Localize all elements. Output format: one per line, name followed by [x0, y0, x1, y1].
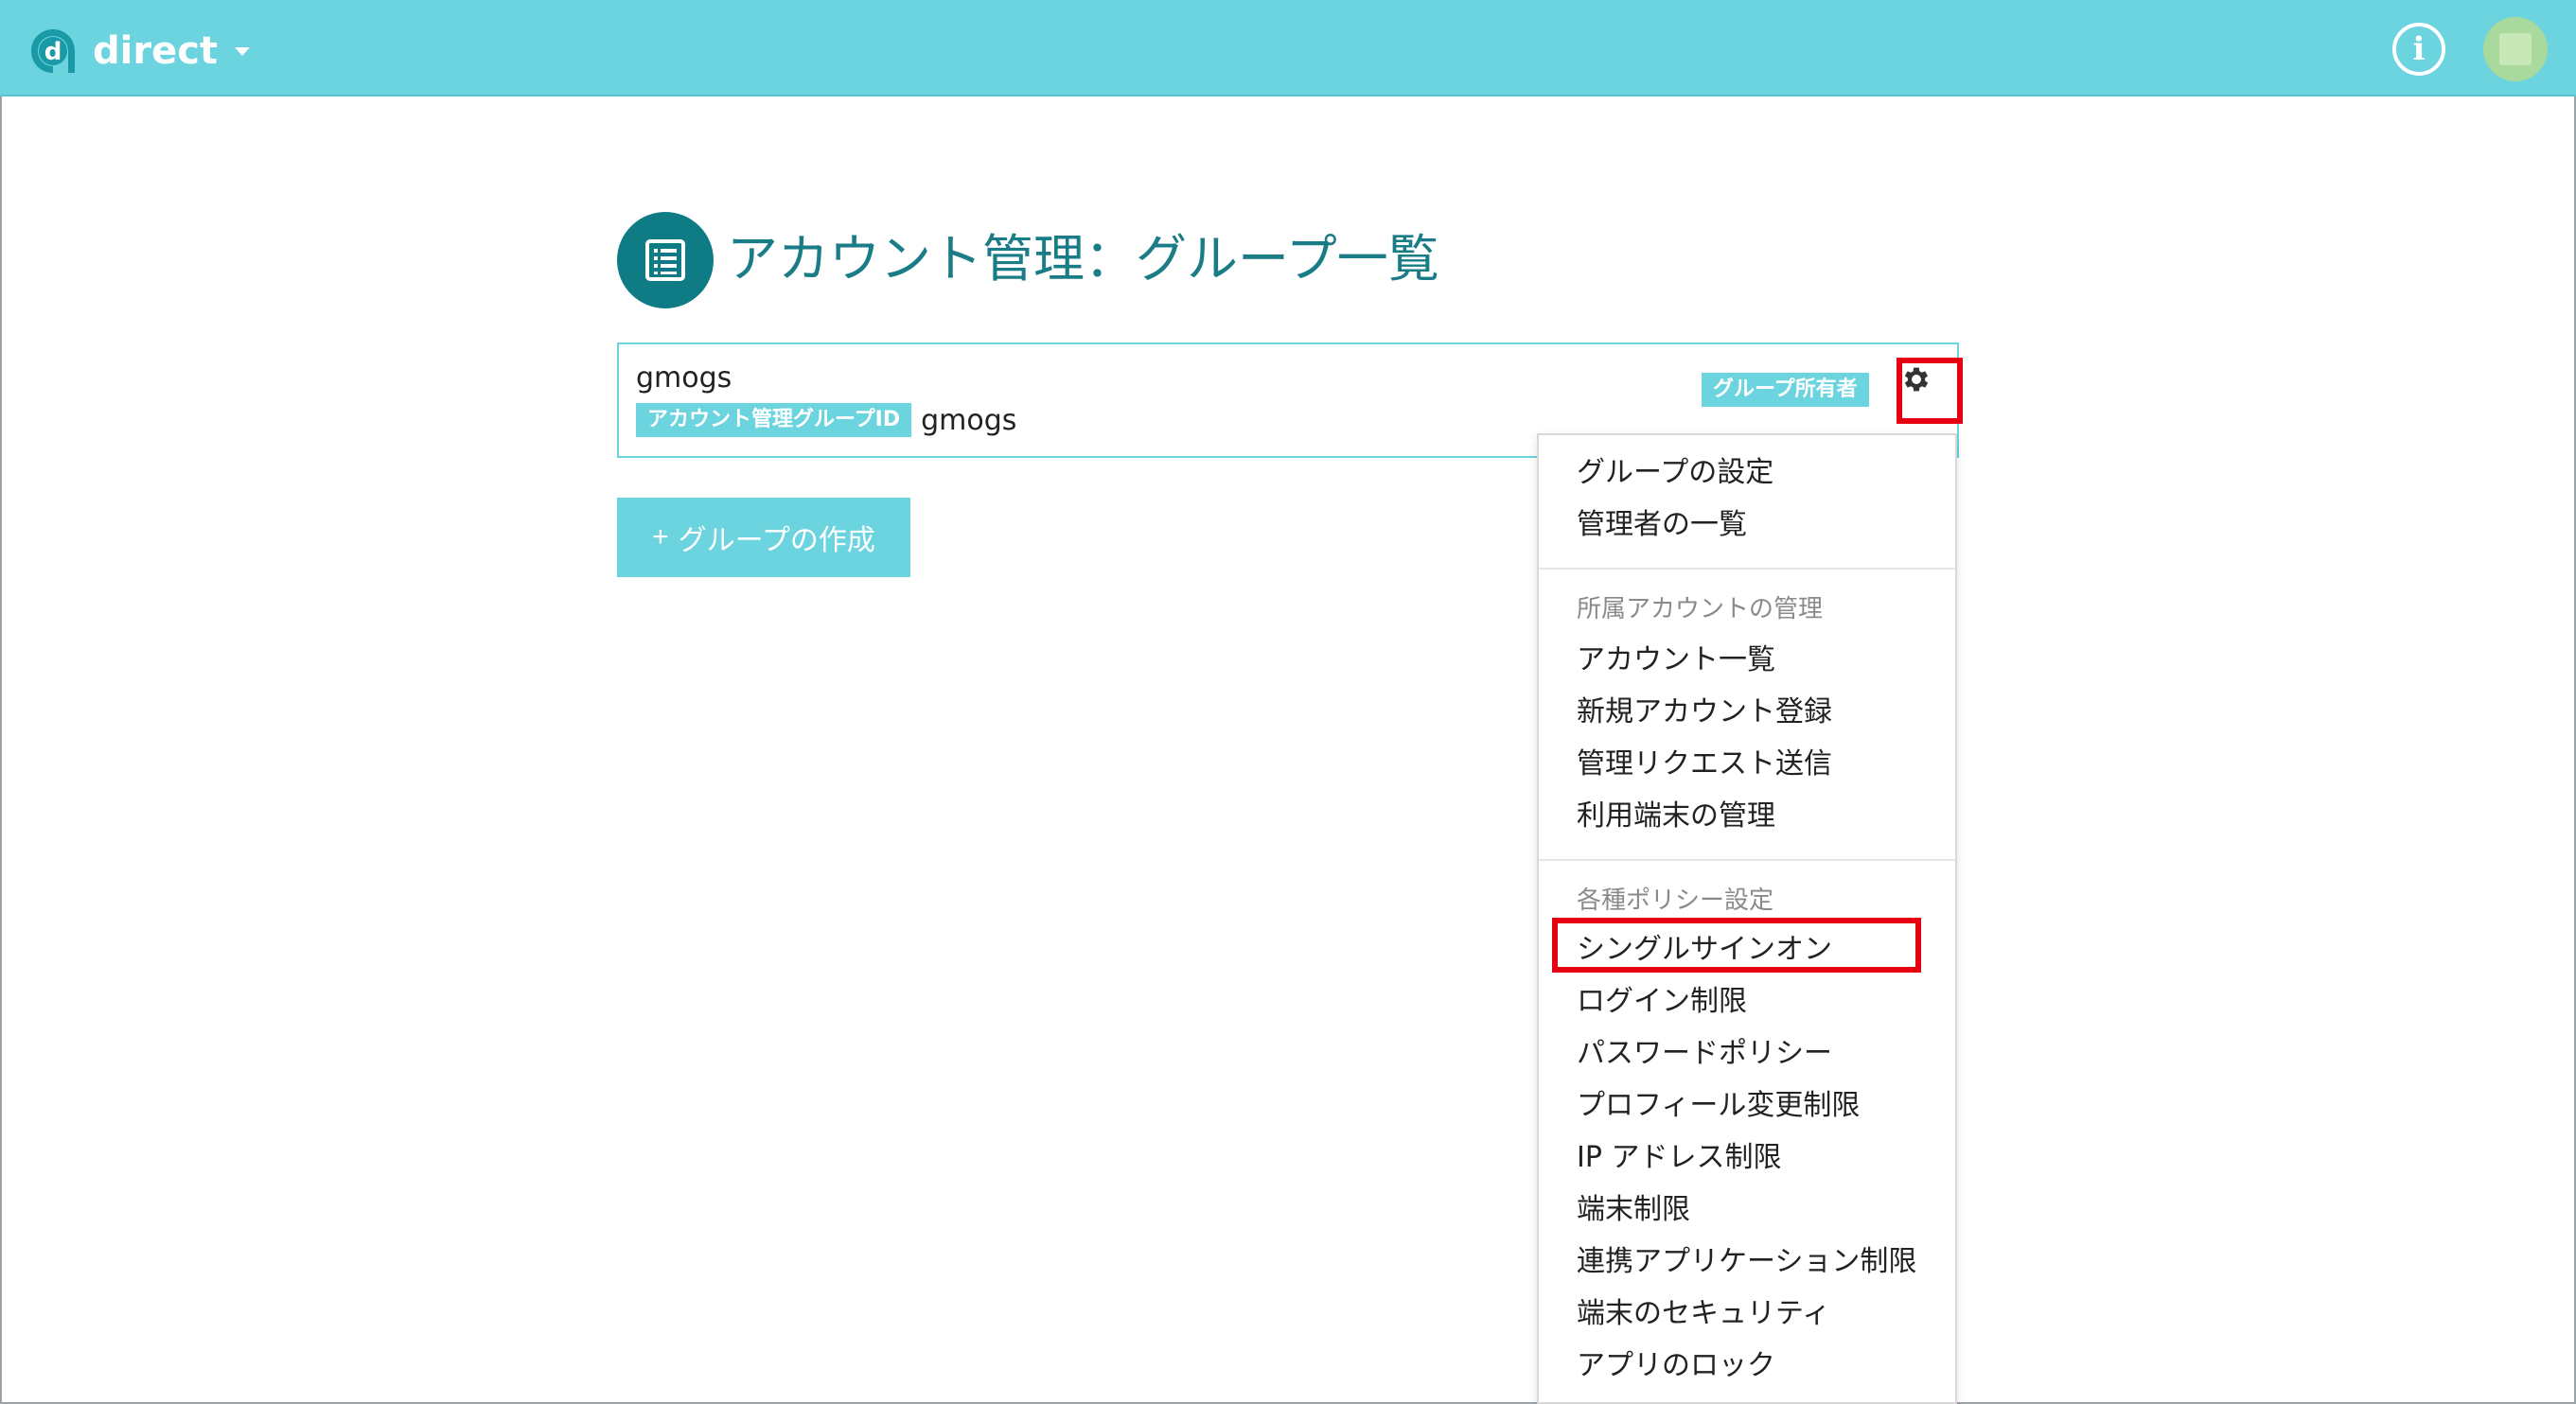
- menu-section-accounts: 所属アカウントの管理: [1577, 595, 1824, 623]
- menu-item-group-settings[interactable]: グループの設定: [1577, 452, 1773, 494]
- info-icon[interactable]: i: [2392, 23, 2445, 76]
- window-frame: [0, 0, 2576, 1404]
- create-group-button[interactable]: + グループの作成: [617, 498, 910, 577]
- create-group-label: グループの作成: [678, 525, 875, 556]
- menu-item-device-restriction[interactable]: 端末制限: [1577, 1189, 1690, 1231]
- top-bar: d direct i: [0, 0, 2576, 97]
- menu-section-policies: 各種ポリシー設定: [1577, 886, 1774, 915]
- menu-item-new-account[interactable]: 新規アカウント登録: [1577, 692, 1832, 733]
- menu-item-ip-restriction[interactable]: IP アドレス制限: [1577, 1137, 1781, 1179]
- info-glyph: i: [2412, 30, 2426, 68]
- menu-item-admin-list[interactable]: 管理者の一覧: [1577, 504, 1747, 546]
- menu-item-device-management[interactable]: 利用端末の管理: [1577, 796, 1775, 837]
- owner-badge: グループ所有者: [1702, 373, 1869, 407]
- user-avatar[interactable]: [2483, 17, 2548, 81]
- app-switcher[interactable]: d direct: [28, 26, 251, 76]
- page-title: アカウント管理：グループ一覧: [727, 229, 1439, 289]
- menu-item-profile-restriction[interactable]: プロフィール変更制限: [1577, 1085, 1860, 1127]
- group-id-row: アカウント管理グループID gmogs: [636, 403, 1016, 437]
- app-name: direct: [93, 29, 219, 73]
- menu-item-account-list[interactable]: アカウント一覧: [1577, 640, 1775, 681]
- svg-text:d: d: [44, 38, 62, 66]
- group-id-value: gmogs: [921, 403, 1017, 437]
- plus-icon: +: [652, 521, 669, 553]
- menu-divider: [1539, 859, 1955, 861]
- menu-item-admin-request[interactable]: 管理リクエスト送信: [1577, 744, 1832, 785]
- direct-logo-icon: d: [31, 29, 75, 73]
- avatar-image: [2499, 33, 2532, 65]
- gear-highlight-box: [1897, 358, 1963, 424]
- chevron-down-icon: [235, 46, 251, 56]
- menu-item-password-policy[interactable]: パスワードポリシー: [1577, 1033, 1832, 1075]
- single-sign-on-highlight-box: [1552, 918, 1921, 973]
- list-icon: [617, 212, 714, 308]
- menu-divider: [1539, 568, 1955, 570]
- menu-item-app-lock[interactable]: アプリのロック: [1577, 1345, 1775, 1387]
- menu-item-app-integration-restriction[interactable]: 連携アプリケーション制限: [1577, 1241, 1916, 1283]
- group-id-badge: アカウント管理グループID: [636, 403, 912, 437]
- menu-item-device-security[interactable]: 端末のセキュリティ: [1577, 1293, 1830, 1335]
- group-name: gmogs: [636, 361, 732, 395]
- menu-item-login-restriction[interactable]: ログイン制限: [1577, 981, 1747, 1023]
